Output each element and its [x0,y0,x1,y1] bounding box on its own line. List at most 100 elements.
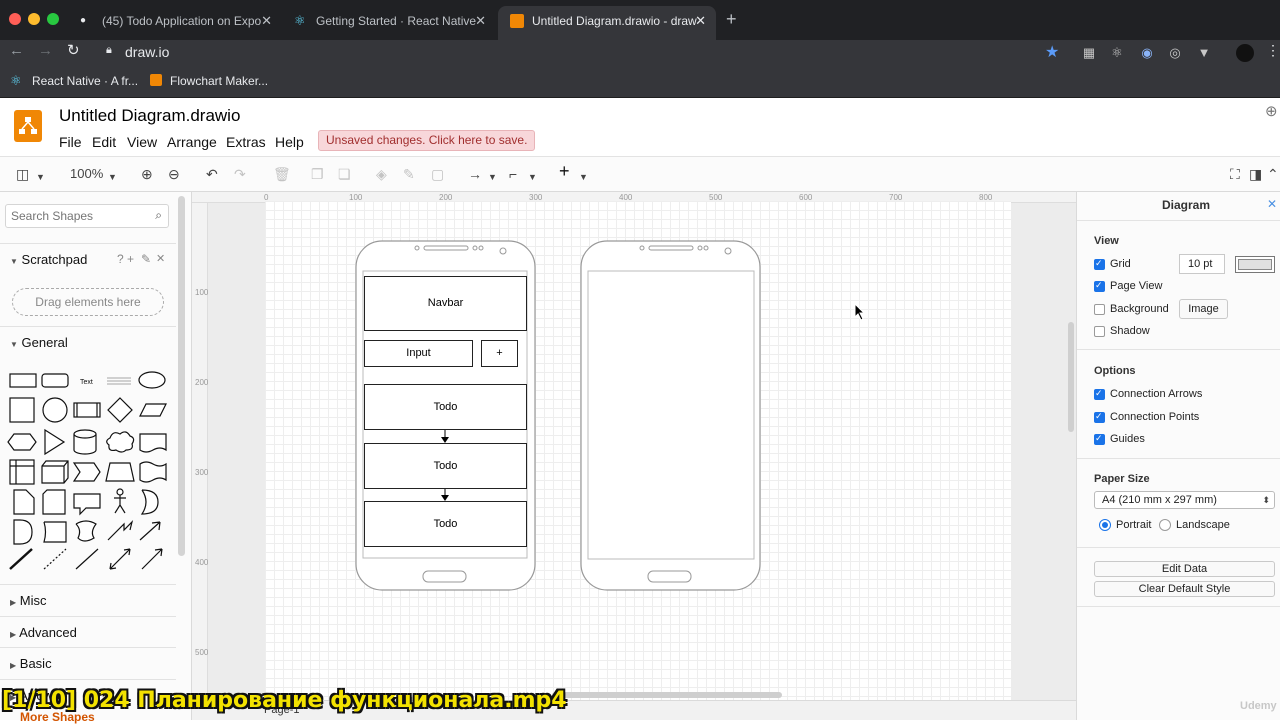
connector-arrow-1[interactable] [440,430,450,443]
tab-drawio[interactable]: Untitled Diagram.drawio - draw ✕ [498,6,716,40]
phone-mockup-2[interactable] [580,240,762,592]
landscape-radio[interactable] [1159,519,1171,531]
todo-box-3[interactable]: Todo [364,501,527,547]
extension-db-icon[interactable]: ▦ [1082,46,1096,60]
paper-size-select[interactable]: A4 (210 mm x 297 mm) ⬍ [1094,491,1275,509]
drawio-logo[interactable] [14,110,42,142]
close-icon[interactable]: ✕ [1267,197,1277,211]
diagram-title[interactable]: Untitled Diagram.drawio [59,106,240,126]
guides-checkbox[interactable] [1094,433,1105,445]
fullscreen-icon[interactable]: ⛶ [1230,166,1240,182]
collapse-icon[interactable]: ⌃ [1267,166,1279,182]
connection-arrows-checkbox[interactable] [1094,388,1105,400]
menu-view[interactable]: View [127,134,157,150]
toggle-format-icon[interactable]: ◨ [1249,166,1262,182]
new-tab-button[interactable]: + [726,9,737,30]
shadow-checkbox[interactable] [1094,326,1105,337]
menu-extras[interactable]: Extras [226,134,266,150]
minimize-window-icon[interactable] [28,13,40,25]
canvas-horizontal-scrollbar[interactable] [552,692,782,698]
extension-react-icon[interactable]: ⚛ [1110,46,1124,60]
undo-icon[interactable]: ↶ [206,166,218,182]
diagram-canvas[interactable]: 0 100 200 300 400 500 600 700 800 100 20… [192,192,1076,720]
background-checkbox[interactable] [1094,304,1105,315]
misc-header[interactable]: ▶ Misc [0,584,176,616]
navbar-box[interactable]: Navbar [364,276,527,331]
general-header[interactable]: ▼ General [0,326,176,358]
edit-icon[interactable]: ✎ [141,244,151,275]
redo-icon[interactable]: ↷ [234,166,246,182]
grid-checkbox[interactable] [1094,258,1105,270]
basic-header[interactable]: ▶ Basic [0,647,176,679]
search-input[interactable] [6,205,146,227]
input-box[interactable]: Input [364,340,473,367]
close-icon[interactable]: ✕ [156,244,165,275]
fill-color-icon[interactable]: ◈ [376,166,387,182]
zoom-out-icon[interactable]: ⊖ [168,166,180,182]
bookmark-flowchart-maker[interactable]: Flowchart Maker... [170,74,268,88]
menu-file[interactable]: File [59,134,82,150]
close-tab-icon[interactable]: ✕ [261,6,272,36]
portrait-radio[interactable] [1099,519,1111,531]
grid-color-button[interactable] [1235,256,1275,273]
url-field[interactable]: draw.io [125,44,169,60]
forward-icon[interactable]: → [38,42,53,59]
menu-help[interactable]: Help [275,134,304,150]
sidebar-scrollbar[interactable] [178,196,185,556]
advanced-header[interactable]: ▶ Advanced [0,616,176,648]
language-globe-icon[interactable]: ⊕ [1265,102,1278,120]
page-view-checkbox[interactable] [1094,280,1105,292]
profile-avatar[interactable] [1236,44,1254,62]
menu-arrange[interactable]: Arrange [167,134,217,150]
chevron-down-icon[interactable]: ▼ [108,169,117,185]
chevron-down-icon[interactable]: ▼ [36,169,45,185]
to-front-icon[interactable]: ❐ [311,166,324,182]
scratchpad-header[interactable]: ▼ Scratchpad ? + ✎ ✕ [0,243,176,275]
shadow-icon[interactable]: ▢ [431,166,444,182]
clear-default-style-button[interactable]: Clear Default Style [1094,581,1275,597]
extension-circle-icon[interactable]: ◉ [1140,46,1154,60]
close-tab-icon[interactable]: ✕ [695,6,706,36]
todo-box-2[interactable]: Todo [364,443,527,489]
menu-edit[interactable]: Edit [92,134,116,150]
diagram-page[interactable]: Navbar Input + Todo Todo Todo [265,201,1011,701]
close-window-icon[interactable] [9,13,21,25]
chevron-down-icon[interactable]: ▼ [528,169,537,185]
back-icon[interactable]: ← [9,42,24,59]
bookmark-star-icon[interactable]: ★ [1045,42,1059,62]
edit-data-button[interactable]: Edit Data [1094,561,1275,577]
search-shapes-field[interactable]: ⌕ [5,204,169,228]
extension-vue-icon[interactable]: ▼ [1197,46,1211,60]
close-tab-icon[interactable]: ✕ [475,6,486,36]
add-button-box[interactable]: + [481,340,518,367]
extension-target-icon[interactable]: ◎ [1168,46,1182,60]
help-icon[interactable]: ? [117,244,124,275]
connector-arrow-2[interactable] [440,489,450,501]
search-icon[interactable]: ⌕ [155,208,162,223]
scratchpad-drop-zone[interactable]: Drag elements here [12,288,164,316]
canvas-vertical-scrollbar[interactable] [1068,322,1074,432]
tab-react-native[interactable]: ⚛ Getting Started · React Native ✕ [282,6,496,40]
waypoints-icon[interactable]: ⌐ [509,166,517,182]
chevron-down-icon[interactable]: ▼ [579,169,588,185]
background-image-button[interactable]: Image [1179,299,1228,319]
connection-points-checkbox[interactable] [1094,411,1105,423]
general-shapes-palette[interactable]: Text [4,364,174,579]
chevron-down-icon[interactable]: ▼ [488,169,497,185]
unsaved-changes-notice[interactable]: Unsaved changes. Click here to save. [318,130,536,151]
lock-icon[interactable]: 🔒︎ [106,44,112,57]
to-back-icon[interactable]: ❏ [338,166,351,182]
insert-plus-icon[interactable]: + [559,162,570,180]
connection-style-icon[interactable]: → [468,166,482,182]
bookmark-react-native[interactable]: React Native · A fr... [32,74,138,88]
delete-icon[interactable]: 🗑︎ [273,166,291,182]
zoom-in-icon[interactable]: ⊕ [141,166,153,182]
zoom-level[interactable]: 100% [70,166,103,182]
grid-size-input[interactable]: 10 pt [1179,254,1225,274]
todo-box-1[interactable]: Todo [364,384,527,430]
reload-icon[interactable]: ↻ [67,41,80,59]
add-icon[interactable]: + [127,244,134,275]
maximize-window-icon[interactable] [47,13,59,25]
format-panel-toggle-icon[interactable]: ◫ [16,166,29,182]
line-color-icon[interactable]: ✎ [403,166,415,182]
